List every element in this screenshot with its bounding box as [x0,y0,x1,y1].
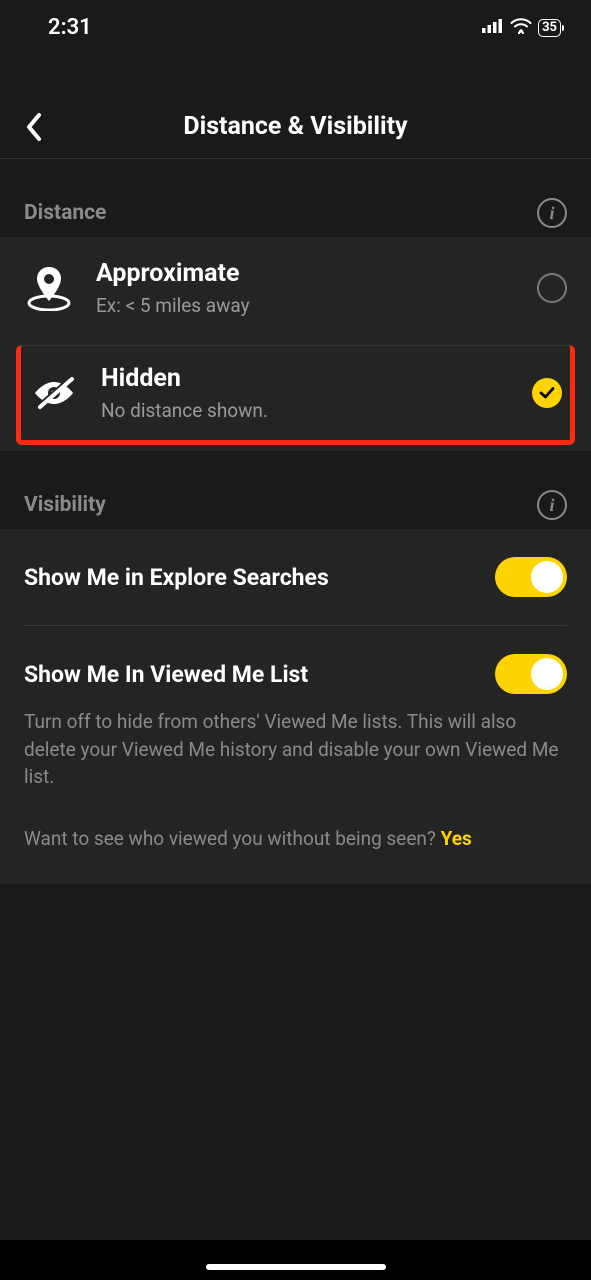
row-viewed-me: Show Me In Viewed Me List [0,626,591,708]
chevron-left-icon [25,112,43,142]
option-hidden[interactable]: Hidden No distance shown. [16,345,575,445]
toggle-viewed-me[interactable] [495,654,567,694]
status-bar: 2:31 35 [0,0,591,55]
page-title: Distance & Visibility [183,112,407,141]
option-approximate-title: Approximate [96,259,515,288]
viewed-me-label: Show Me In Viewed Me List [24,661,308,688]
wifi-icon [510,18,532,38]
bottom-bar [0,1240,591,1280]
toggle-explore-searches[interactable] [495,557,567,597]
status-indicators: 35 [482,18,561,38]
radio-unselected [537,273,567,303]
page-header: Distance & Visibility [0,95,591,159]
viewed-me-description: Turn off to hide from others' Viewed Me … [0,708,591,801]
visibility-info-button[interactable]: i [537,490,567,520]
distance-section-header: Distance i [0,189,591,237]
explore-searches-label: Show Me in Explore Searches [24,564,329,591]
viewed-me-prompt: Want to see who viewed you without being… [0,801,591,877]
visibility-section-title: Visibility [24,493,106,517]
battery-indicator: 35 [538,19,561,37]
back-button[interactable] [14,107,54,147]
option-approximate-subtitle: Ex: < 5 miles away [96,294,515,317]
radio-selected [532,378,562,408]
cellular-icon [482,18,504,37]
status-time: 2:31 [48,15,92,40]
yes-link[interactable]: Yes [441,827,472,850]
location-pin-icon [24,265,74,311]
option-hidden-title: Hidden [101,364,510,393]
check-icon [538,384,556,402]
eye-off-icon [29,376,79,410]
distance-section-title: Distance [24,201,106,225]
row-explore-searches: Show Me in Explore Searches [0,529,591,625]
visibility-settings-list: Show Me in Explore Searches Show Me In V… [0,529,591,884]
visibility-section-header: Visibility i [0,481,591,529]
home-indicator [206,1264,386,1270]
distance-info-button[interactable]: i [537,198,567,228]
distance-options-list: Approximate Ex: < 5 miles away Hidden No… [0,237,591,451]
option-approximate[interactable]: Approximate Ex: < 5 miles away [0,237,591,339]
option-hidden-subtitle: No distance shown. [101,399,510,422]
